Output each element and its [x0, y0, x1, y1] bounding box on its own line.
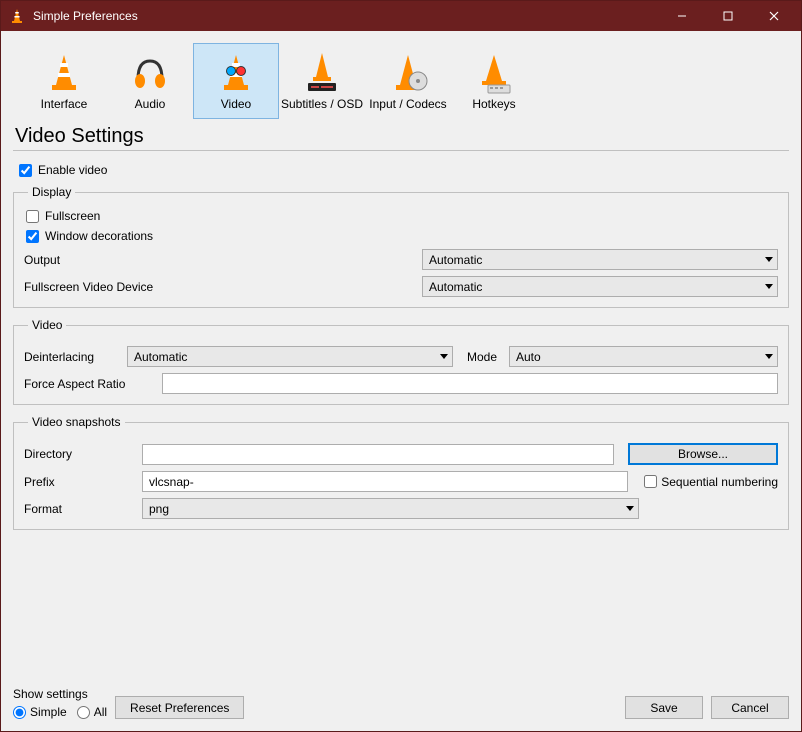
deinterlacing-select[interactable]: Automatic: [127, 346, 453, 367]
tab-label: Input / Codecs: [369, 97, 446, 111]
window-decorations-label: Window decorations: [45, 229, 153, 243]
chevron-down-icon: [765, 354, 773, 360]
force-aspect-input[interactable]: [162, 373, 778, 394]
tab-label: Video: [221, 97, 251, 111]
fullscreen-device-label: Fullscreen Video Device: [24, 280, 414, 294]
snapshots-legend: Video snapshots: [28, 415, 125, 429]
window-decorations-checkbox[interactable]: [26, 230, 39, 243]
display-legend: Display: [28, 185, 75, 199]
category-tabstrip: Interface Audio Video Subtitles / OSD In…: [13, 39, 789, 119]
force-aspect-label: Force Aspect Ratio: [24, 377, 154, 391]
radio-all-wrap[interactable]: All: [77, 705, 107, 719]
fullscreen-checkbox[interactable]: [26, 210, 39, 223]
maximize-button[interactable]: [705, 1, 751, 31]
titlebar: Simple Preferences: [1, 1, 801, 31]
audio-headphones-icon: [128, 51, 172, 95]
deinterlacing-label: Deinterlacing: [24, 350, 119, 364]
mode-select[interactable]: Auto: [509, 346, 778, 367]
tab-subtitles[interactable]: Subtitles / OSD: [279, 43, 365, 119]
directory-input[interactable]: [142, 444, 614, 465]
chevron-down-icon: [626, 506, 634, 512]
reset-preferences-button[interactable]: Reset Preferences: [115, 696, 244, 719]
output-value: Automatic: [429, 253, 482, 267]
deinterlacing-value: Automatic: [134, 350, 187, 364]
radio-all-label: All: [94, 705, 107, 719]
tab-video[interactable]: Video: [193, 43, 279, 119]
cancel-button[interactable]: Cancel: [711, 696, 789, 719]
directory-label: Directory: [24, 447, 134, 461]
output-select[interactable]: Automatic: [422, 249, 778, 270]
browse-button[interactable]: Browse...: [628, 443, 778, 465]
tab-label: Subtitles / OSD: [281, 97, 363, 111]
format-value: png: [149, 502, 169, 516]
tab-label: Interface: [41, 97, 88, 111]
fullscreen-device-select[interactable]: Automatic: [422, 276, 778, 297]
mode-label: Mode: [467, 350, 501, 364]
tab-interface[interactable]: Interface: [21, 43, 107, 119]
enable-video-checkbox[interactable]: [19, 164, 32, 177]
video-legend: Video: [28, 318, 66, 332]
chevron-down-icon: [440, 354, 448, 360]
show-settings-label: Show settings: [13, 687, 107, 701]
tab-input-codecs[interactable]: Input / Codecs: [365, 43, 451, 119]
prefix-input[interactable]: [142, 471, 628, 492]
radio-simple-wrap[interactable]: Simple: [13, 705, 67, 719]
subtitles-cone-icon: [300, 51, 344, 95]
window-title: Simple Preferences: [33, 9, 659, 23]
divider: [13, 150, 789, 151]
page-title: Video Settings: [15, 125, 789, 148]
minimize-button[interactable]: [659, 1, 705, 31]
save-button[interactable]: Save: [625, 696, 703, 719]
radio-simple-label: Simple: [30, 705, 67, 719]
tab-label: Audio: [135, 97, 166, 111]
sequential-numbering-label: Sequential numbering: [661, 475, 778, 489]
enable-video-label: Enable video: [38, 163, 107, 177]
sequential-numbering-checkbox[interactable]: [644, 475, 657, 488]
tab-hotkeys[interactable]: Hotkeys: [451, 43, 537, 119]
chevron-down-icon: [765, 284, 773, 290]
hotkeys-cone-keyboard-icon: [472, 51, 516, 95]
tab-label: Hotkeys: [472, 97, 515, 111]
output-label: Output: [24, 253, 414, 267]
interface-cone-icon: [42, 51, 86, 95]
vlc-app-icon: [9, 8, 25, 24]
radio-all[interactable]: [77, 706, 90, 719]
radio-simple[interactable]: [13, 706, 26, 719]
format-label: Format: [24, 502, 134, 516]
video-snapshots-group: Video snapshots Directory Browse... Pref…: [13, 415, 789, 530]
chevron-down-icon: [765, 257, 773, 263]
video-cone-glasses-icon: [214, 51, 258, 95]
codecs-cone-disc-icon: [386, 51, 430, 95]
fullscreen-device-value: Automatic: [429, 280, 482, 294]
mode-value: Auto: [516, 350, 541, 364]
video-group: Video Deinterlacing Automatic Mode Auto …: [13, 318, 789, 405]
format-select[interactable]: png: [142, 498, 639, 519]
display-group: Display Fullscreen Window decorations Ou…: [13, 185, 789, 308]
prefix-label: Prefix: [24, 475, 134, 489]
tab-audio[interactable]: Audio: [107, 43, 193, 119]
close-button[interactable]: [751, 1, 797, 31]
fullscreen-label: Fullscreen: [45, 209, 100, 223]
